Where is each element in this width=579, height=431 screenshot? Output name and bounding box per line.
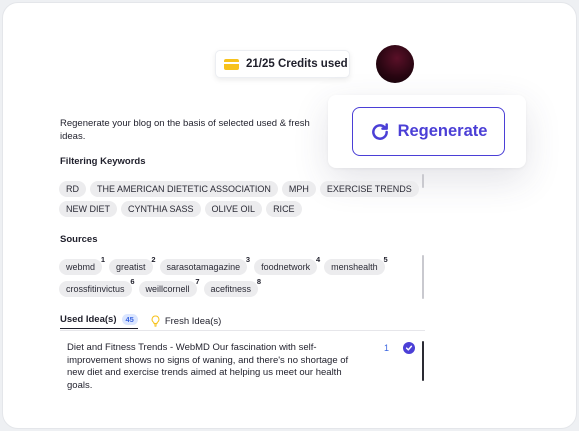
source-chip[interactable]: menshealth 5 — [324, 255, 388, 275]
regenerate-label: Regenerate — [397, 122, 488, 140]
source-chip-label: weillcornell — [145, 284, 190, 294]
credits-badge: 21/25 Credits used — [215, 50, 350, 78]
check-icon — [405, 345, 413, 351]
source-chip[interactable]: greatist 2 — [109, 255, 156, 275]
keyword-chip[interactable]: THE AMERICAN DIETETIC ASSOCIATION — [90, 181, 278, 197]
source-chip-number: 5 — [383, 255, 388, 264]
keyword-chip-list: RD THE AMERICAN DIETETIC ASSOCIATION MPH EX… — [59, 181, 419, 217]
source-chip-label: greatist — [116, 262, 146, 272]
tab-fresh-label: Fresh Idea(s) — [164, 315, 222, 327]
source-chip-label: acefitness — [210, 284, 252, 294]
regenerate-panel: Regenerate — [328, 95, 526, 168]
source-chip-number: 2 — [151, 255, 156, 264]
avatar[interactable] — [376, 45, 414, 83]
idea-selected-check[interactable] — [403, 342, 415, 354]
keyword-chip[interactable]: NEW DIET — [59, 201, 117, 217]
source-chip[interactable]: webmd 1 — [59, 255, 105, 275]
tab-used-ideas[interactable]: Used Idea(s) 45 — [60, 313, 138, 329]
lightbulb-icon — [151, 315, 160, 327]
refresh-icon — [371, 122, 388, 140]
keyword-chip[interactable]: RICE — [266, 201, 302, 217]
source-chip-label: webmd — [66, 262, 96, 272]
source-chip-number: 7 — [195, 277, 200, 286]
used-count-badge: 45 — [121, 313, 138, 325]
source-chip[interactable]: acefitness 8 — [203, 277, 261, 297]
source-chip-number: 8 — [256, 277, 262, 286]
source-chip[interactable]: sarasotamagazine 3 — [159, 255, 250, 275]
source-chip[interactable]: crossfitinvictus 6 — [59, 277, 135, 297]
ideas-scrollbar[interactable] — [422, 341, 424, 381]
idea-text: Diet and Fitness Trends - WebMD Our fasc… — [67, 342, 349, 391]
idea-tabs: Used Idea(s) 45 Fresh Idea(s) — [60, 311, 221, 331]
keyword-chip[interactable]: CYNTHIA SASS — [121, 201, 201, 217]
source-chip-label: menshealth — [331, 262, 378, 272]
sources-title: Sources — [60, 234, 98, 245]
tab-fresh-ideas[interactable]: Fresh Idea(s) — [150, 315, 222, 327]
keyword-chip[interactable]: OLIVE OIL — [204, 201, 263, 217]
keyword-chip[interactable]: EXERCISE TRENDS — [319, 181, 419, 197]
tab-used-label: Used Idea(s) — [60, 313, 117, 325]
main-card: 21/25 Credits used Regenerate Regenerate… — [2, 2, 577, 429]
keywords-scrollbar[interactable] — [422, 174, 424, 188]
tab-divider — [60, 330, 425, 331]
source-chip-number: 6 — [130, 277, 135, 286]
source-chip-label: crossfitinvictus — [66, 284, 125, 294]
description-text: Regenerate your blog on the basis of sel… — [60, 118, 310, 142]
source-chip-label: sarasotamagazine — [166, 262, 241, 272]
source-chip[interactable]: foodnetwork 4 — [254, 255, 320, 275]
source-chip-number: 3 — [245, 255, 251, 264]
sources-scrollbar[interactable] — [422, 255, 424, 299]
credit-card-icon — [224, 58, 239, 70]
keyword-chip[interactable]: MPH — [281, 181, 316, 197]
source-chip-number: 1 — [100, 255, 106, 264]
source-chip-label: foodnetwork — [261, 262, 311, 272]
source-chip[interactable]: weillcornell 7 — [138, 277, 200, 297]
source-chip-list: webmd 1 greatist 2 sarasotamagazine 3 foodnetw… — [59, 255, 425, 297]
regenerate-button[interactable]: Regenerate — [352, 107, 505, 156]
filtering-keywords-title: Filtering Keywords — [60, 156, 146, 167]
credits-label: 21/25 Credits used — [246, 58, 348, 70]
idea-number: 1 — [384, 343, 390, 353]
source-chip-number: 4 — [315, 255, 321, 264]
keyword-chip[interactable]: RD — [59, 181, 86, 197]
